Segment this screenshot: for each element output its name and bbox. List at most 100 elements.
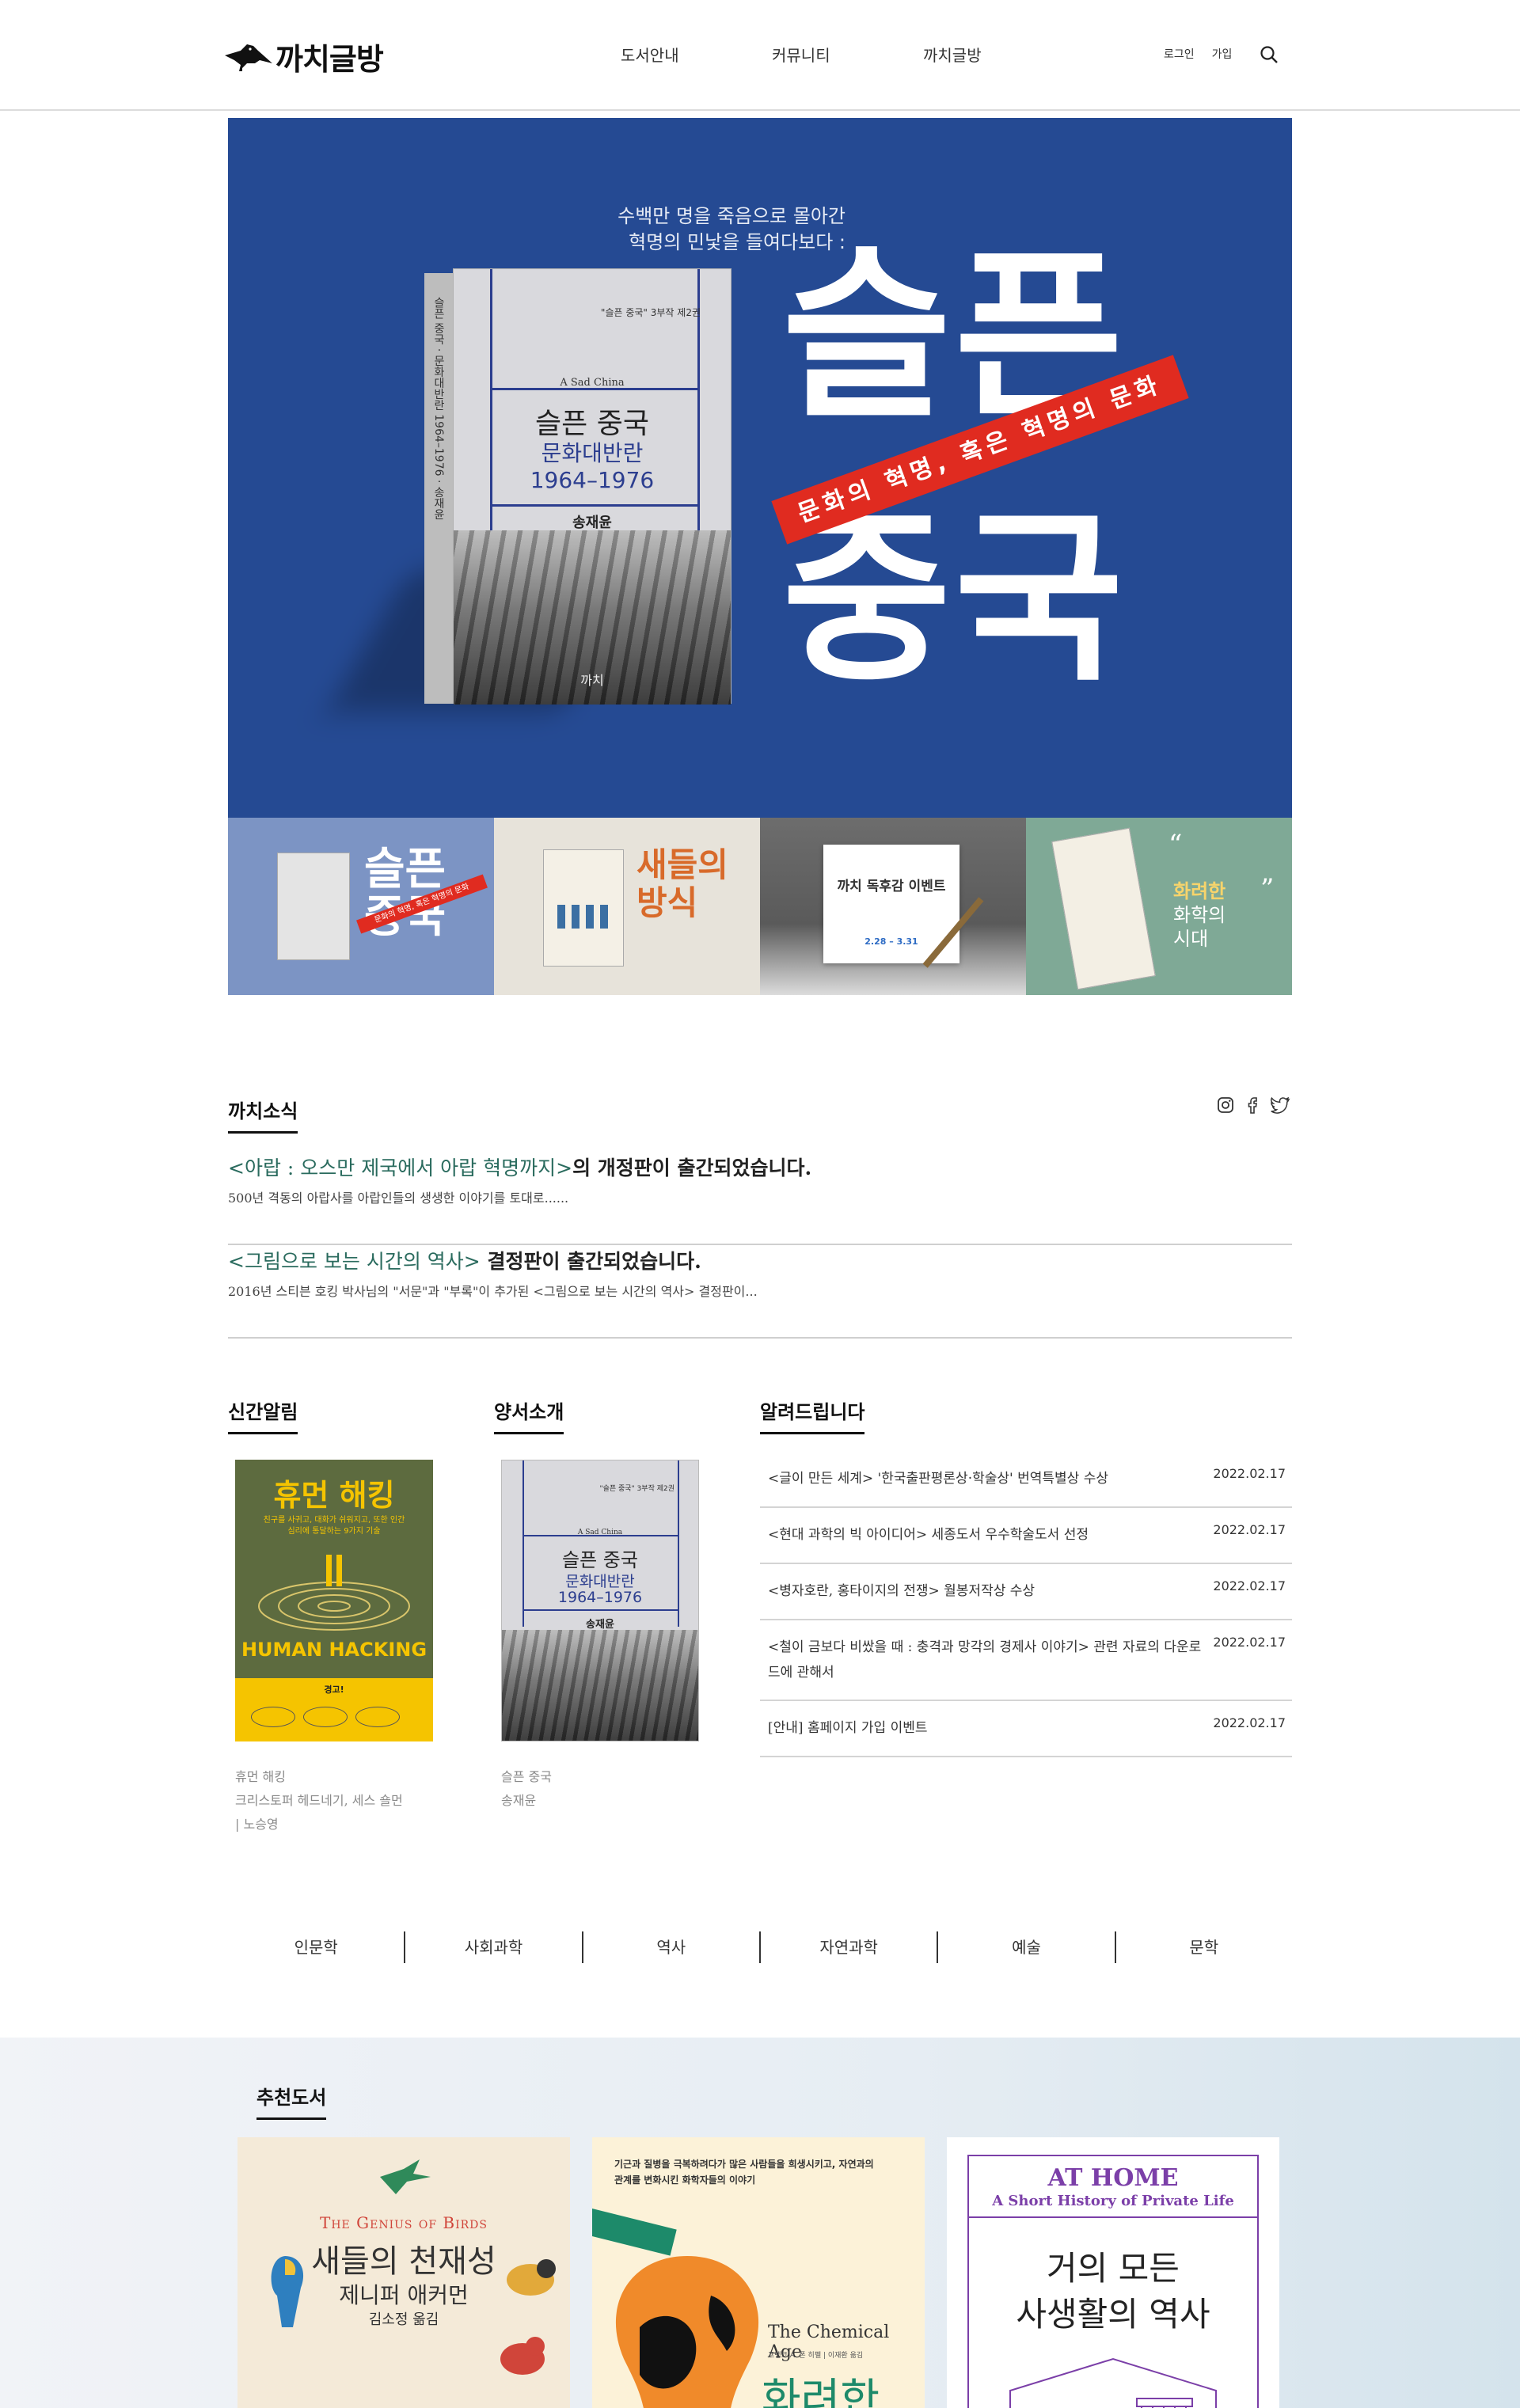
news-title-highlight: <그림으로 보는 시간의 역사> [228, 1250, 481, 1273]
notice-text[interactable]: <현대 과학의 빅 아이디어> 세종도서 우수학술도서 선정 [768, 1522, 1211, 1548]
notice-row[interactable]: <철이 금보다 비쌌을 때 : 충격과 망각의 경제사 이야기> 관련 자료의 … [760, 1620, 1292, 1701]
thumb-title-1: 새들의 [636, 845, 728, 884]
new-book-meta: 휴먼 해킹 크리스토퍼 헤드네기, 세스 숄먼 | 노승영 [235, 1765, 425, 1836]
thumb-review-event[interactable]: 까치 독후감 이벤트 2.28 – 3.31 [760, 818, 1026, 995]
magpie-logo-icon [225, 44, 272, 71]
rec-book-author: 프랭크 A. 폰 히펠 | 이재환 옮김 [768, 2352, 864, 2360]
search-icon[interactable] [1259, 44, 1279, 65]
rec-book-birds[interactable]: The Genius of Birds 새들의 천재성 제니퍼 애커먼 김소정 … [238, 2137, 570, 2408]
news-section-title: 까치소식 [228, 1096, 298, 1134]
nav-books[interactable]: 도서안내 [621, 43, 679, 66]
notice-row[interactable]: <현대 과학의 빅 아이디어> 세종도서 우수학술도서 선정 2022.02.1… [760, 1508, 1292, 1564]
thumb-title-1: 화려한 [1173, 880, 1226, 902]
cover-photo: 까치 [454, 530, 731, 705]
new-book-cover-tagline: 친구를 사귀고, 대화가 쉬워지고, 또한 인간 심리에 통달하는 9가지 기술 [263, 1516, 405, 1536]
hero-banner[interactable]: 수백만 명을 죽음으로 몰아간 혁명의 민낯을 들여다보다 : 슬픈 중국 · … [228, 118, 1292, 818]
news-title[interactable]: <아랍 : 오스만 제국에서 아랍 혁명까지>의 개정판이 출간되었습니다. [228, 1153, 811, 1181]
nav-kachi[interactable]: 까치글방 [923, 43, 982, 66]
twitter-icon[interactable] [1270, 1096, 1290, 1115]
instagram-icon[interactable] [1216, 1096, 1235, 1115]
thumb-sad-china[interactable]: 슬픈 중국 문화의 혁명, 혹은 혁명의 문화 [228, 818, 494, 995]
logo-text: 까치글방 [276, 42, 384, 77]
good-book-cover[interactable]: "슬픈 중국" 3부작 제2권 A Sad China 슬픈 중국 문화대반란 … [501, 1460, 699, 1741]
rec-book-en-1: AT HOME [1047, 2164, 1179, 2192]
rec-book-title-1: 거의 모든 [1047, 2249, 1180, 2288]
new-book-author: 크리스토퍼 헤드네기, 세스 숄먼 [235, 1793, 403, 1808]
good-book-meta-title[interactable]: 슬픈 중국 [501, 1765, 691, 1789]
new-book-cover-warning: 경고! [324, 1684, 344, 1695]
cardinal-icon [500, 2337, 545, 2375]
notice-row[interactable]: [안내] 홈페이지 가입 이벤트 2022.02.17 [760, 1701, 1292, 1757]
rec-book-en: The Genius of Birds [320, 2213, 488, 2232]
hero-big-title-2: 중국 [782, 492, 1127, 706]
notice-date: 2022.02.17 [1213, 1715, 1286, 1730]
rec-book-chemical-age[interactable]: 기근과 질병을 극복하려다가 많은 사람들을 희생시키고, 자연과의 관계를 변… [592, 2137, 925, 2408]
hero-tagline-line-1: 수백만 명을 죽음으로 몰아간 [618, 205, 846, 227]
category-humanities[interactable]: 인문학 [228, 1931, 406, 1963]
news-desc: 500년 격동의 아랍사를 아랍인들의 생생한 이야기를 토대로...... [228, 1191, 569, 1206]
notice-date: 2022.02.17 [1213, 1635, 1286, 1650]
book-subtitle: 문화대반란 1964–1976 [530, 440, 655, 493]
book-spine: 슬픈 중국 · 문화대반란 1964–1976 · 송재윤 [424, 273, 453, 704]
utility-links: 로그인 가입 [1164, 46, 1278, 63]
good-book-en: A Sad China [577, 1529, 623, 1536]
house-items-illustration [1009, 2357, 1217, 2408]
book-author: 송재윤 [572, 515, 612, 531]
notice-date: 2022.02.17 [1213, 1466, 1286, 1481]
bulb-globe-illustration [592, 2209, 758, 2408]
notice-date: 2022.02.17 [1213, 1578, 1286, 1593]
parrot-icon [271, 2256, 304, 2327]
news-item[interactable]: <아랍 : 오스만 제국에서 아랍 혁명까지>의 개정판이 출간되었습니다. 5… [228, 1153, 1292, 1245]
rec-book-at-home[interactable]: AT HOME A Short History of Private Life … [947, 2137, 1279, 2408]
finch-icon [507, 2259, 556, 2296]
site-header: 까치글방 도서안내 커뮤니티 까치글방 로그인 가입 [0, 0, 1520, 111]
news-item[interactable]: <그림으로 보는 시간의 역사> 결정판이 출간되었습니다. 2016년 스티븐… [228, 1246, 1292, 1339]
rec-book-tagline: 기근과 질병을 극복하려다가 많은 사람들을 희생시키고, 자연과의 관계를 변… [614, 2159, 874, 2186]
logo[interactable]: 까치글방 [223, 35, 384, 78]
book-publisher: 까치 [580, 673, 604, 688]
thumb-title-2: 화학의 [1173, 904, 1226, 926]
thumb-birds[interactable]: 새들의 방식 [494, 818, 760, 995]
rec-book-title: 화려한 [762, 2374, 880, 2408]
category-literature[interactable]: 문학 [1116, 1931, 1292, 1963]
category-social-science[interactable]: 사회과학 [405, 1931, 583, 1963]
recommended-section: 추천도서 The Genius of Birds 새들의 천재성 제니퍼 애커먼… [0, 2038, 1520, 2408]
news-title-rest: 의 개정판이 출간되었습니다. [572, 1157, 812, 1179]
category-history[interactable]: 역사 [583, 1931, 761, 1963]
notice-row[interactable]: <글이 만든 세계> '한국출판평론상·학술상' 번역특별상 수상 2022.0… [760, 1452, 1292, 1508]
login-link[interactable]: 로그인 [1164, 46, 1195, 62]
new-book-cover-title: 휴먼 해킹 [273, 1478, 395, 1513]
signup-link[interactable]: 가입 [1212, 46, 1233, 62]
thumb-title-2: 방식 [636, 883, 698, 922]
thumb-title-1: 슬픈 [364, 844, 446, 895]
facebook-icon[interactable] [1243, 1096, 1262, 1115]
banner-thumbnails: 슬픈 중국 문화의 혁명, 혹은 혁명의 문화 새들의 방식 까치 독후감 이벤… [228, 818, 1292, 995]
book-cover: "슬픈 중국" 3부작 제2권 A Sad China 슬픈 중국 문화대반란 … [453, 268, 732, 705]
thumb-chemistry[interactable]: 화려한 화학의 시대 “ ” [1026, 818, 1292, 995]
news-title-highlight: <아랍 : 오스만 제국에서 아랍 혁명까지> [228, 1157, 573, 1179]
news-title[interactable]: <그림으로 보는 시간의 역사> 결정판이 출간되었습니다. [228, 1246, 701, 1274]
notice-row[interactable]: <병자호란, 홍타이지의 전쟁> 월봉저작상 수상 2022.02.17 [760, 1564, 1292, 1620]
hummingbird-icon [380, 2159, 431, 2194]
notice-text[interactable]: <병자호란, 홍타이지의 전쟁> 월봉저작상 수상 [768, 1578, 1211, 1604]
book-series: "슬픈 중국" 3부작 제2권 [600, 307, 701, 318]
book-title: 슬픈 중국 [535, 408, 649, 440]
new-book-title[interactable]: 휴먼 해킹 [235, 1765, 425, 1789]
new-book-cover-en: HUMAN HACKING [241, 1639, 428, 1661]
good-book-meta: 슬픈 중국 송재윤 [501, 1765, 691, 1813]
nav-community[interactable]: 커뮤니티 [772, 43, 830, 66]
new-book-cover[interactable]: 휴먼 해킹 친구를 사귀고, 대화가 쉬워지고, 또한 인간 심리에 통달하는 … [235, 1460, 433, 1741]
notice-text[interactable]: <철이 금보다 비쌌을 때 : 충격과 망각의 경제사 이야기> 관련 자료의 … [768, 1635, 1211, 1685]
good-book-years: 1964–1976 [557, 1589, 643, 1606]
good-book-subtitle: 문화대반란 [565, 1573, 635, 1590]
news-title-rest: 결정판이 출간되었습니다. [480, 1250, 701, 1273]
good-book-series: "슬픈 중국" 3부작 제2권 [599, 1485, 674, 1493]
book-en-title: A Sad China [560, 377, 625, 389]
category-art[interactable]: 예술 [938, 1931, 1116, 1963]
hero-book-image: 슬픈 중국 · 문화대반란 1964–1976 · 송재윤 "슬픈 중국" 3부… [328, 268, 732, 712]
notice-text[interactable]: [안내] 홈페이지 가입 이벤트 [768, 1715, 1211, 1741]
notice-text[interactable]: <글이 만든 세계> '한국출판평론상·학술상' 번역특별상 수상 [768, 1466, 1211, 1491]
quote-close-icon: ” [1260, 873, 1275, 905]
category-natural-science[interactable]: 자연과학 [761, 1931, 939, 1963]
thumb-event-title: 까치 독후감 이벤트 [837, 879, 946, 894]
